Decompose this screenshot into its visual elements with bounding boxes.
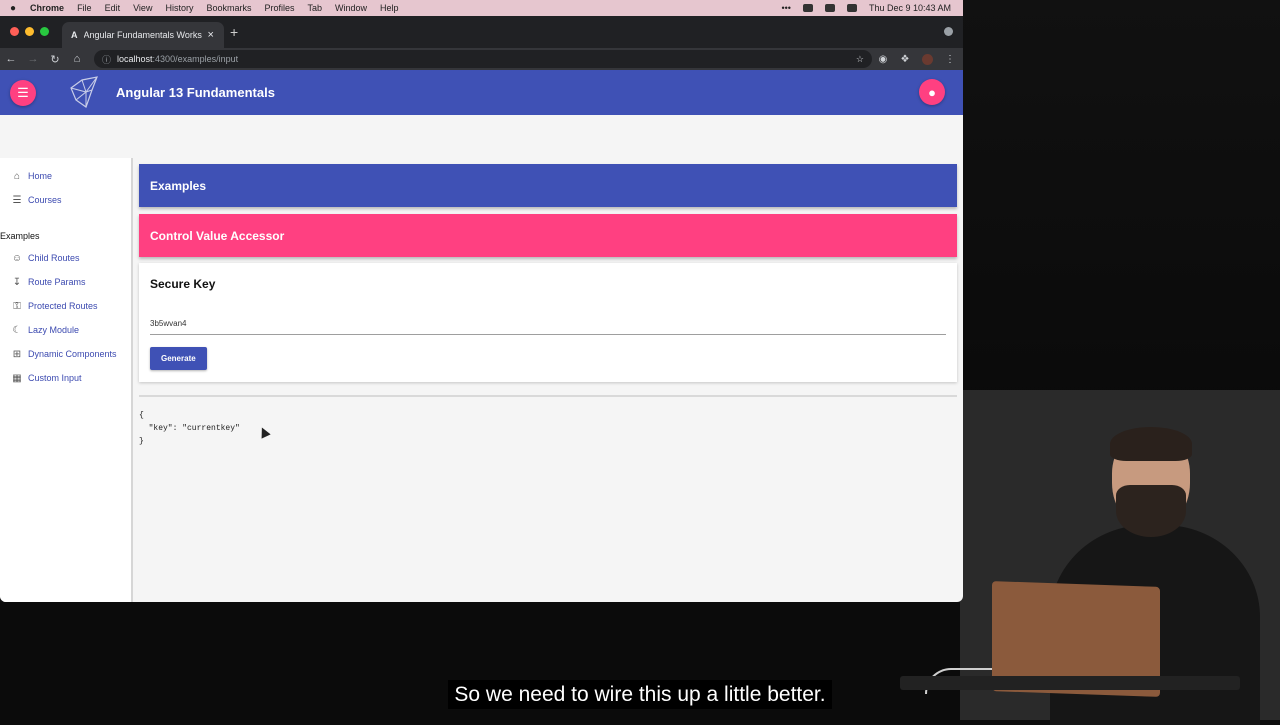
menu-profiles[interactable]: Profiles <box>264 3 294 13</box>
main-content: Examples Control Value Accessor Secure K… <box>133 158 963 602</box>
generate-button[interactable]: Generate <box>150 347 207 370</box>
zoom-window-button[interactable] <box>40 27 49 36</box>
sidebar-item-child-routes[interactable]: ☺ Child Routes <box>0 246 131 270</box>
sidebar-item-dynamic-components[interactable]: ⊞ Dynamic Components <box>0 342 131 366</box>
browser-menu-icon[interactable]: ⋮ <box>939 54 961 65</box>
menu-window[interactable]: Window <box>335 3 367 13</box>
app-toolbar: ☰ Angular 13 Fundamentals ● <box>0 70 963 115</box>
video-caption: So we need to wire this up a little bett… <box>0 680 1280 709</box>
sidebar-item-label: Dynamic Components <box>28 349 117 359</box>
list-icon: ☰ <box>12 194 22 206</box>
key-icon: ⚿ <box>13 300 21 312</box>
more-dots-icon[interactable]: ••• <box>782 3 791 13</box>
home-browser-icon[interactable]: ⌂ <box>66 53 88 65</box>
site-info-icon[interactable]: ⓘ <box>102 53 111 66</box>
browser-window: A Angular Fundamentals Worksh × + ← → ↻ … <box>0 16 963 602</box>
add-box-icon: ⊞ <box>12 348 22 360</box>
person-icon: ● <box>928 84 936 100</box>
extension-globe-icon[interactable]: ◉ <box>872 54 894 65</box>
sidebar-section-examples: Examples <box>0 231 40 241</box>
menu-app[interactable]: Chrome <box>30 3 64 13</box>
hamburger-icon: ☰ <box>17 84 29 100</box>
control-value-accessor-banner: Control Value Accessor <box>139 214 957 257</box>
sidebar-item-protected-routes[interactable]: ⚿ Protected Routes <box>0 294 131 318</box>
angular-favicon-icon: A <box>71 30 78 40</box>
sidebar-item-label: Courses <box>28 195 62 205</box>
bookmark-star-icon[interactable]: ☆ <box>856 54 864 65</box>
menu-help[interactable]: Help <box>380 3 399 13</box>
control-center-icon[interactable] <box>846 4 857 12</box>
sidenav: ⌂ Home ☰ Courses Examples ☺ Child Routes… <box>0 158 133 602</box>
presenter-hair <box>1110 427 1192 461</box>
menu-button[interactable]: ☰ <box>10 79 36 106</box>
menu-history[interactable]: History <box>165 3 193 13</box>
presenter-beard <box>1116 485 1186 537</box>
battery-icon[interactable] <box>824 4 835 12</box>
minimize-window-button[interactable] <box>25 27 34 36</box>
examples-banner: Examples <box>139 164 957 207</box>
home-icon: ⌂ <box>13 170 21 182</box>
menu-tab[interactable]: Tab <box>308 3 323 13</box>
sidebar-item-home[interactable]: ⌂ Home <box>0 164 131 188</box>
menu-file[interactable]: File <box>77 3 92 13</box>
app-title: Angular 13 Fundamentals <box>116 85 275 100</box>
card-title: Secure Key <box>150 277 216 291</box>
sidebar-item-courses[interactable]: ☰ Courses <box>0 188 131 212</box>
dashboard-icon: ▦ <box>12 372 22 384</box>
sidebar-item-label: Route Params <box>28 277 86 287</box>
menu-bookmarks[interactable]: Bookmarks <box>206 3 251 13</box>
sidebar-item-lazy-module[interactable]: ☾ Lazy Module <box>0 318 131 342</box>
window-controls <box>10 27 49 36</box>
child-icon: ☺ <box>11 252 23 264</box>
clock[interactable]: Thu Dec 9 10:43 AM <box>869 3 951 13</box>
close-tab-icon[interactable]: × <box>208 29 214 41</box>
close-window-button[interactable] <box>10 27 19 36</box>
sleep-icon: ☾ <box>12 324 22 336</box>
sidebar-item-custom-input[interactable]: ▦ Custom Input <box>0 366 131 390</box>
secure-key-card: Secure Key Generate <box>139 263 957 382</box>
sidebar-item-label: Child Routes <box>28 253 80 263</box>
sidebar-item-label: Lazy Module <box>28 325 80 335</box>
wifi-icon[interactable] <box>802 4 813 12</box>
profile-avatar[interactable] <box>922 53 933 65</box>
tab-strip: A Angular Fundamentals Worksh × + <box>0 16 963 48</box>
caption-text: So we need to wire this up a little bett… <box>448 680 832 709</box>
forward-icon[interactable]: → <box>22 53 44 65</box>
extensions-puzzle-icon[interactable]: ❖ <box>894 54 916 65</box>
fox-logo-icon <box>70 75 98 108</box>
menu-view[interactable]: View <box>133 3 152 13</box>
url-path: :4300/examples/input <box>152 54 239 64</box>
divider <box>139 395 957 397</box>
tab-search-icon[interactable] <box>944 27 953 36</box>
sidebar-item-route-params[interactable]: ↧ Route Params <box>0 270 131 294</box>
url-host: localhost <box>117 54 153 64</box>
browser-toolbar: ← → ↻ ⌂ ⓘ localhost:4300/examples/input … <box>0 48 963 70</box>
mac-menubar: ● Chrome File Edit View History Bookmark… <box>0 0 963 16</box>
download-box-icon: ↧ <box>12 276 22 288</box>
menu-edit[interactable]: Edit <box>105 3 121 13</box>
apple-icon[interactable]: ● <box>10 3 16 14</box>
user-account-button[interactable]: ● <box>919 79 945 105</box>
reload-icon[interactable]: ↻ <box>44 53 66 66</box>
app-body: ⌂ Home ☰ Courses Examples ☺ Child Routes… <box>0 158 963 602</box>
sidebar-item-label: Custom Input <box>28 373 82 383</box>
new-tab-icon[interactable]: + <box>230 24 238 40</box>
sidebar-item-label: Home <box>28 171 53 181</box>
tab-title: Angular Fundamentals Worksh <box>83 30 202 40</box>
secure-key-input[interactable] <box>150 319 946 328</box>
back-icon[interactable]: ← <box>0 53 22 65</box>
sidebar-item-label: Protected Routes <box>28 301 98 311</box>
browser-tab[interactable]: A Angular Fundamentals Worksh × <box>62 22 224 48</box>
secure-key-field <box>150 313 946 335</box>
address-bar[interactable]: ⓘ localhost:4300/examples/input ☆ <box>94 50 872 68</box>
